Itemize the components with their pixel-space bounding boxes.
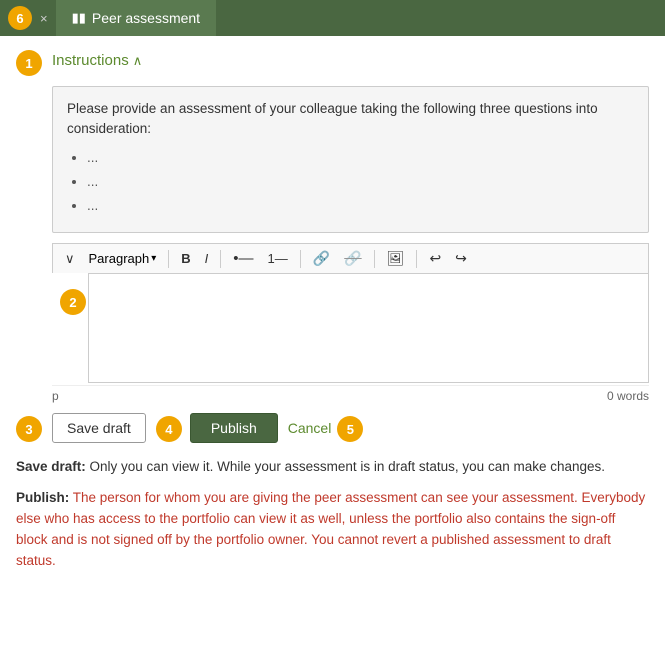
cancel-link[interactable]: Cancel	[288, 420, 332, 436]
redo-button[interactable]: ↪	[451, 248, 471, 269]
publish-help: Publish: The person for whom you are giv…	[16, 488, 649, 572]
instructions-text: Please provide an assessment of your col…	[67, 99, 634, 140]
save-draft-help-body: Only you can view it. While your assessm…	[86, 459, 605, 474]
instructions-link[interactable]: Instructions	[52, 52, 129, 69]
step2-badge: 2	[60, 289, 86, 315]
main-content: 1 Instructions ∧ Please provide an asses…	[0, 36, 665, 598]
tab-number-badge: 6	[8, 6, 32, 30]
step4-badge: 4	[156, 416, 182, 442]
toolbar-sep-3	[300, 250, 301, 268]
ordered-list-button[interactable]: 1—	[264, 249, 292, 268]
undo-button[interactable]: ↩	[425, 248, 445, 269]
step1-badge: 1	[16, 50, 42, 76]
publish-help-body: The person for whom you are giving the p…	[16, 490, 645, 568]
help-text-area: Save draft: Only you can view it. While …	[16, 457, 649, 572]
action-row: 3 Save draft 4 Publish Cancel 5	[16, 413, 649, 443]
save-draft-button[interactable]: Save draft	[52, 413, 146, 443]
publish-button[interactable]: Publish	[190, 413, 278, 443]
step3-badge: 3	[16, 416, 42, 442]
tab-close-button[interactable]: ×	[40, 11, 48, 26]
tab-bar: 6 × ▮▮ Peer assessment	[0, 0, 665, 36]
bold-button[interactable]: B	[177, 249, 194, 268]
tab-label-area: ▮▮ Peer assessment	[56, 0, 216, 36]
toolbar-sep-4	[374, 250, 375, 268]
image-button[interactable]: 🖼	[383, 248, 409, 269]
tab-title: Peer assessment	[92, 10, 200, 26]
peer-assessment-icon: ▮▮	[72, 10, 86, 26]
instructions-bullet-1: ...	[87, 148, 634, 168]
word-count: 0 words	[607, 389, 649, 403]
editor-textarea[interactable]	[88, 273, 649, 383]
link-button[interactable]: 🔗	[309, 248, 334, 269]
italic-button[interactable]: I	[201, 249, 213, 268]
step5-badge: 5	[337, 416, 363, 442]
instructions-list: ... ... ...	[87, 148, 634, 217]
collapse-button[interactable]: ∨	[61, 249, 79, 269]
paragraph-dropdown-arrow: ▾	[151, 253, 156, 264]
editor-section: ∨ Paragraph ▾ B I •— 1— 🔗	[52, 243, 649, 403]
toolbar-sep-1	[168, 250, 169, 268]
paragraph-dropdown[interactable]: Paragraph ▾	[85, 249, 161, 268]
publish-help-title: Publish:	[16, 490, 69, 505]
word-count-bar: p 0 words	[52, 385, 649, 403]
instructions-chevron-icon[interactable]: ∧	[133, 53, 143, 69]
toolbar-sep-5	[416, 250, 417, 268]
instructions-step-row: 1 Instructions ∧	[16, 48, 649, 76]
toolbar-sep-2	[220, 250, 221, 268]
unordered-list-button[interactable]: •—	[229, 248, 257, 269]
save-draft-help-title: Save draft:	[16, 459, 86, 474]
paragraph-label: Paragraph	[89, 251, 150, 266]
save-draft-help: Save draft: Only you can view it. While …	[16, 457, 649, 478]
editor-tag: p	[52, 389, 59, 403]
unlink-button[interactable]: 🔗	[340, 248, 365, 269]
instructions-bullet-2: ...	[87, 172, 634, 192]
instructions-header: Instructions ∧	[52, 48, 142, 69]
instructions-box: Please provide an assessment of your col…	[52, 86, 649, 233]
editor-row: 2	[52, 273, 649, 383]
instructions-bullet-3: ...	[87, 196, 634, 216]
editor-toolbar: ∨ Paragraph ▾ B I •— 1— 🔗	[52, 243, 649, 273]
